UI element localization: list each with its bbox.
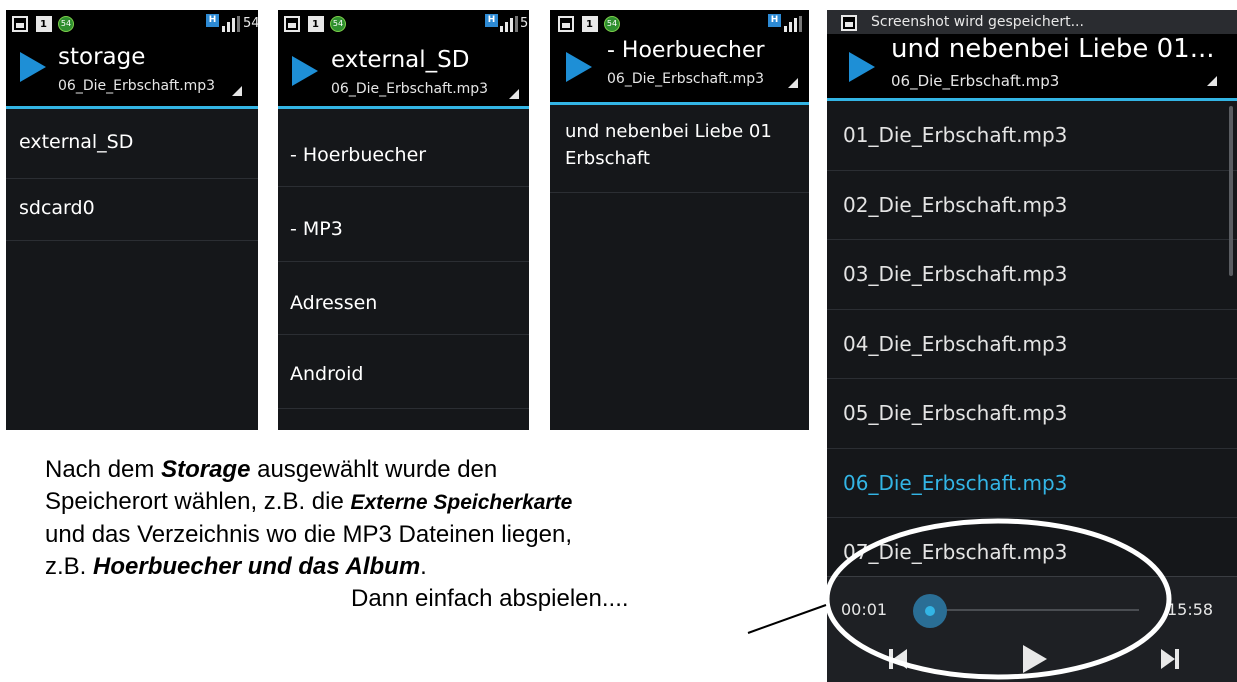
dropdown-corner-icon	[509, 89, 519, 99]
next-icon[interactable]	[1161, 649, 1179, 669]
calendar-icon	[582, 16, 598, 32]
calendar-icon	[308, 16, 324, 32]
dropdown-corner-icon	[232, 86, 242, 96]
page-title: - Hoerbuecher	[607, 38, 765, 63]
status-right-text: 5	[520, 16, 529, 31]
dropdown-corner-icon	[1207, 76, 1217, 86]
caption-line-1: Nach dem Storage ausgewählt wurde den	[45, 456, 498, 483]
play-triangle-icon	[849, 52, 875, 82]
status-right-text: 54	[243, 16, 258, 31]
list-item[interactable]: Android	[278, 335, 529, 409]
track-label: 03_Die_Erbschaft.mp3	[843, 262, 1068, 286]
page-title: storage	[58, 44, 146, 70]
play-triangle-icon	[566, 52, 592, 82]
list-item[interactable]: Adressen	[278, 262, 529, 335]
track-item[interactable]: 02_Die_Erbschaft.mp3	[827, 171, 1237, 240]
picture-icon	[12, 16, 28, 32]
track-item[interactable]: 06_Die_Erbschaft.mp3	[827, 449, 1237, 518]
signal-icon	[784, 16, 806, 32]
status-bar: 54 H 5	[278, 10, 529, 38]
track-item[interactable]: 05_Die_Erbschaft.mp3	[827, 379, 1237, 449]
now-playing-subtitle: 06_Die_Erbschaft.mp3	[891, 72, 1060, 90]
title-bar[interactable]: und nebenbei Liebe 01... 06_Die_Erbschaf…	[827, 34, 1237, 101]
play-triangle-icon	[20, 52, 46, 82]
dropdown-corner-icon	[788, 78, 798, 88]
page-title: external_SD	[331, 47, 470, 73]
track-label: 05_Die_Erbschaft.mp3	[843, 401, 1068, 425]
title-bar[interactable]: - Hoerbuecher 06_Die_Erbschaft.mp3	[550, 38, 809, 105]
signal-icon	[222, 16, 244, 32]
caption-line-4: z.B. Hoerbuecher und das Album.	[45, 553, 427, 580]
caption-line-2: Speicherort wählen, z.B. die Externe Spe…	[45, 488, 573, 515]
track-label: 07_Die_Erbschaft.mp3	[843, 540, 1068, 564]
now-playing-subtitle: 06_Die_Erbschaft.mp3	[331, 81, 489, 97]
list-item[interactable]: - MP3	[278, 187, 529, 262]
battery-54-icon: 54	[58, 16, 74, 32]
hspa-icon: H	[485, 14, 498, 27]
total-time: 15:58	[1167, 600, 1214, 619]
picture-icon	[841, 15, 857, 31]
player-bar: 00:01 15:58	[827, 576, 1237, 682]
track-item[interactable]: 04_Die_Erbschaft.mp3	[827, 310, 1237, 379]
title-bar[interactable]: external_SD 06_Die_Erbschaft.mp3	[278, 38, 529, 109]
track-label: 02_Die_Erbschaft.mp3	[843, 192, 1068, 217]
status-bar: Screenshot wird gespeichert...	[827, 10, 1237, 34]
screenshot-notification: Screenshot wird gespeichert...	[871, 14, 1084, 30]
previous-icon[interactable]	[889, 649, 907, 669]
screen-external-sd: 54 H 5 external_SD 06_Die_Erbschaft.mp3 …	[278, 10, 529, 430]
elapsed-time: 00:01	[841, 600, 888, 619]
picture-icon	[558, 16, 574, 32]
battery-54-icon: 54	[604, 16, 620, 32]
now-playing-subtitle: 06_Die_Erbschaft.mp3	[58, 78, 216, 94]
play-triangle-icon	[292, 56, 318, 86]
list-item[interactable]: und nebenbei Liebe 01 Erbschaft	[550, 105, 809, 193]
status-bar: 54 H	[550, 10, 809, 38]
signal-icon	[500, 16, 522, 32]
calendar-icon	[36, 16, 52, 32]
list-item[interactable]: external_SD	[6, 109, 258, 179]
hspa-icon: H	[768, 14, 781, 27]
track-item[interactable]: 03_Die_Erbschaft.mp3	[827, 240, 1237, 310]
screen-hoerbuecher: 54 H - Hoerbuecher 06_Die_Erbschaft.mp3 …	[550, 10, 809, 430]
status-bar: 54 H 54	[6, 10, 258, 38]
screen-album-player: Screenshot wird gespeichert... und neben…	[827, 10, 1237, 682]
scrollbar[interactable]	[1229, 106, 1233, 276]
now-playing-subtitle: 06_Die_Erbschaft.mp3	[607, 71, 765, 87]
battery-54-icon: 54	[330, 16, 346, 32]
page-title: und nebenbei Liebe 01...	[891, 34, 1215, 64]
picture-icon	[284, 16, 300, 32]
play-icon[interactable]	[1023, 645, 1047, 673]
track-label: 04_Die_Erbschaft.mp3	[843, 331, 1068, 356]
screen-storage: 54 H 54 storage 06_Die_Erbschaft.mp3 ext…	[6, 10, 258, 430]
list-item[interactable]: - Hoerbuecher	[278, 109, 529, 187]
track-item[interactable]: 01_Die_Erbschaft.mp3	[827, 101, 1237, 171]
track-list: 01_Die_Erbschaft.mp3 02_Die_Erbschaft.mp3…	[827, 101, 1237, 588]
track-label: 01_Die_Erbschaft.mp3	[843, 123, 1068, 147]
caption-line-3: und das Verzeichnis wo die MP3 Dateinen …	[45, 521, 572, 548]
seek-thumb[interactable]	[913, 594, 948, 628]
list-item[interactable]: sdcard0	[6, 179, 258, 241]
instruction-caption: Nach dem Storage ausgewählt wurde den Sp…	[45, 454, 805, 615]
hspa-icon: H	[206, 14, 219, 27]
seek-track[interactable]	[927, 609, 1139, 611]
caption-line-5: Dann einfach abspielen....	[351, 585, 629, 612]
track-label: 06_Die_Erbschaft.mp3	[843, 470, 1068, 495]
title-bar[interactable]: storage 06_Die_Erbschaft.mp3	[6, 38, 258, 109]
